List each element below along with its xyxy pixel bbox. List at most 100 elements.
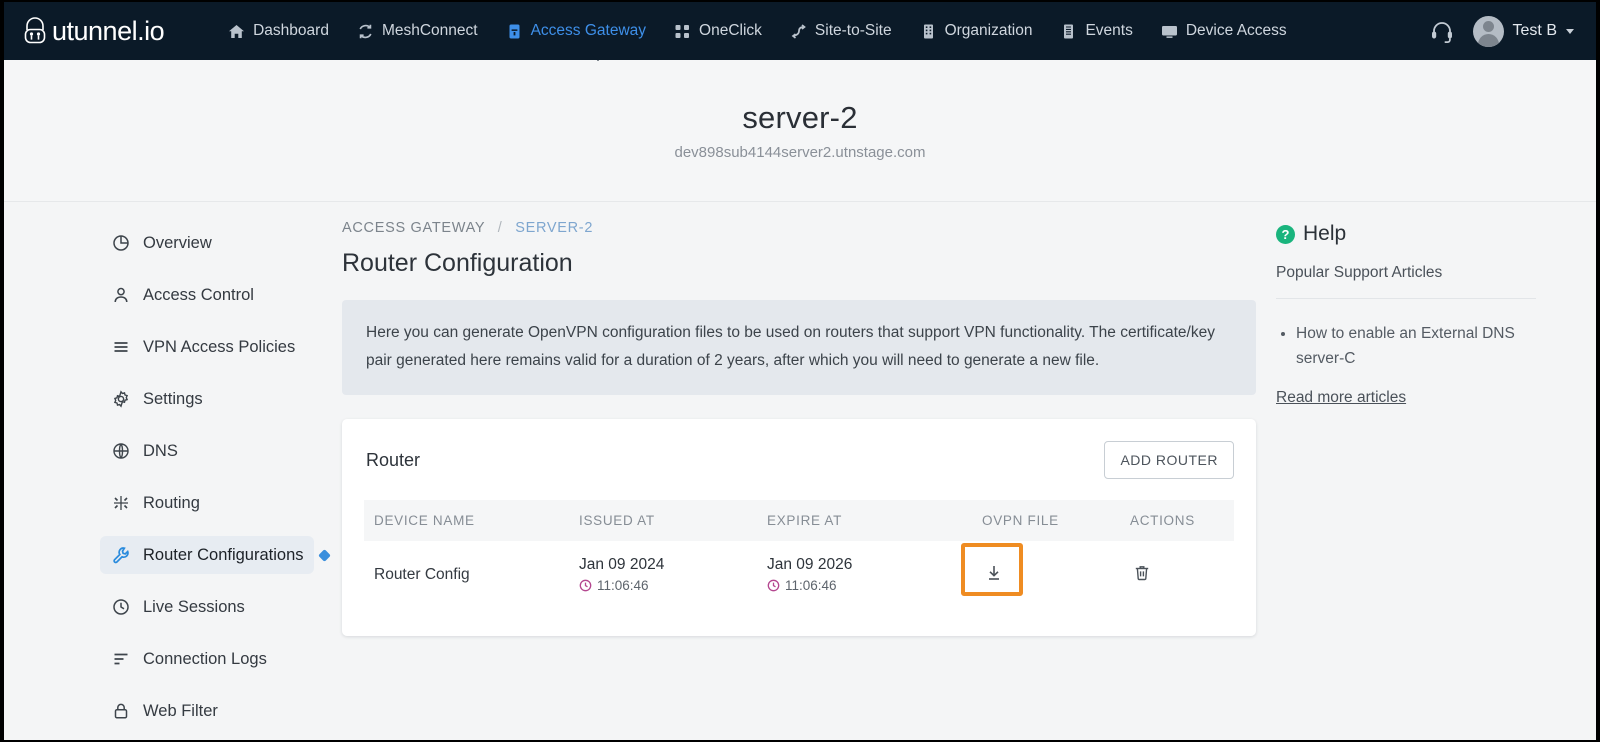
nav-item-dashboard[interactable]: Dashboard: [216, 14, 341, 48]
site-to-site-icon: [790, 23, 807, 40]
routers-table: DEVICE NAME ISSUED AT EXPIRE AT OVPN FIL…: [364, 500, 1234, 608]
nav-item-organization[interactable]: Organization: [908, 14, 1045, 48]
sidebar-item-web-filter[interactable]: Web Filter: [100, 692, 314, 730]
gear-icon: [112, 390, 130, 408]
user-name: Test B: [1512, 22, 1557, 39]
page-header: server-2 dev898sub4144server2.utnstage.c…: [4, 60, 1596, 202]
col-expire-at: EXPIRE AT: [767, 513, 843, 529]
nav-item-oneclick[interactable]: OneClick: [662, 14, 774, 48]
cell-ovpn-file: [961, 541, 1120, 608]
breadcrumb-root[interactable]: ACCESS GATEWAY: [342, 220, 485, 236]
mesh-icon: [357, 23, 374, 40]
download-icon: [984, 563, 1004, 586]
nav-label: Device Access: [1185, 22, 1287, 39]
main-content: ACCESS GATEWAY / SERVER-2 Router Configu…: [334, 202, 1264, 740]
nav-label: Access Gateway: [530, 22, 647, 39]
help-title-text: Help: [1303, 222, 1347, 245]
cell-device-name: Router Config: [374, 565, 470, 583]
nav-label: Organization: [944, 22, 1033, 39]
sidebar-item-access-control[interactable]: Access Control: [100, 276, 314, 314]
add-router-button[interactable]: ADD ROUTER: [1104, 441, 1234, 480]
nav-label: Dashboard: [253, 22, 329, 39]
sidebar-item-connection-logs[interactable]: Connection Logs: [100, 640, 314, 678]
nav-label: OneClick: [699, 22, 762, 39]
sidebar-label: Overview: [143, 233, 212, 252]
lock-icon: [112, 702, 130, 720]
sidebar-label: Routing: [143, 493, 200, 512]
nav-item-access-gateway[interactable]: Access Gateway: [494, 14, 658, 48]
sidebar-item-dns[interactable]: DNS: [100, 432, 314, 470]
nav-items: Dashboard MeshConnect Access Gateway One…: [216, 14, 1428, 48]
sidebar-label: Settings: [143, 389, 203, 408]
user-icon: [112, 286, 130, 304]
help-title: ? Help: [1276, 222, 1536, 246]
user-menu[interactable]: Test B: [1472, 15, 1574, 47]
read-more-articles-link[interactable]: Read more articles: [1276, 389, 1406, 407]
breadcrumb: ACCESS GATEWAY / SERVER-2: [342, 220, 1256, 236]
breadcrumb-separator: /: [497, 220, 503, 236]
issued-time: 11:06:46: [597, 578, 649, 594]
monitor-icon: [1161, 23, 1178, 40]
page-title: server-2: [742, 100, 858, 135]
nav-item-device-access[interactable]: Device Access: [1149, 14, 1299, 48]
events-icon: [1060, 23, 1077, 40]
download-wrapper: [961, 543, 1023, 597]
nav-item-meshconnect[interactable]: MeshConnect: [345, 14, 490, 48]
pie-chart-icon: [112, 234, 130, 252]
sidebar-label: Web Filter: [143, 701, 218, 720]
delete-router-button[interactable]: [1130, 561, 1154, 588]
clock-icon: [112, 598, 130, 616]
card-title: Router: [366, 449, 421, 470]
brand-name: utunnel.io: [52, 15, 165, 46]
nav-item-events[interactable]: Events: [1048, 14, 1144, 48]
list-icon: [112, 338, 130, 356]
logs-icon: [112, 650, 130, 668]
table-header-row: DEVICE NAME ISSUED AT EXPIRE AT OVPN FIL…: [364, 500, 1234, 542]
sidebar-item-overview[interactable]: Overview: [100, 224, 314, 262]
col-actions: ACTIONS: [1130, 513, 1195, 529]
sidebar-item-settings[interactable]: Settings: [100, 380, 314, 418]
col-device-name: DEVICE NAME: [374, 513, 475, 529]
sidebar: Overview Access Control VPN Access Polic…: [4, 202, 334, 740]
card-header: Router ADD ROUTER: [364, 441, 1234, 480]
table-body: Router Config Jan 09 2024 11:06:46 Jan 0…: [364, 541, 1234, 608]
issued-time-wrap: 11:06:46: [579, 578, 747, 593]
question-circle-icon: ?: [1276, 224, 1295, 244]
info-notice: Here you can generate OpenVPN configurat…: [342, 300, 1256, 396]
sidebar-item-routing[interactable]: Routing: [100, 484, 314, 522]
globe-icon: [112, 442, 130, 460]
brand-logo[interactable]: utunnel.io: [22, 15, 165, 47]
clock-icon: [767, 579, 780, 592]
chevron-down-icon: [1566, 28, 1574, 34]
expire-date: Jan 09 2026: [767, 556, 853, 574]
expire-time: 11:06:46: [785, 578, 837, 594]
wrench-icon: [112, 546, 130, 564]
list-item[interactable]: How to enable an External DNS server-C: [1296, 321, 1536, 371]
clock-icon: [579, 579, 592, 592]
sidebar-label: Router Configurations: [143, 545, 304, 564]
nav-label: Site-to-Site: [814, 22, 892, 39]
sidebar-label: DNS: [143, 441, 178, 460]
cell-expire-at: Jan 09 2026 11:06:46: [757, 541, 972, 608]
help-article-list: How to enable an External DNS server-C: [1296, 321, 1536, 371]
gateway-icon: [506, 23, 523, 40]
sidebar-label: Connection Logs: [143, 649, 267, 668]
col-ovpn-file: OVPN FILE: [982, 513, 1059, 529]
cell-issued-at: Jan 09 2024 11:06:46: [569, 541, 757, 608]
routing-icon: [112, 494, 130, 512]
sidebar-label: VPN Access Policies: [143, 337, 296, 356]
download-ovpn-button[interactable]: [982, 561, 1006, 588]
active-nav-indicator: [587, 50, 609, 61]
nav-item-site-to-site[interactable]: Site-to-Site: [778, 14, 904, 48]
lock-shield-icon: [22, 17, 48, 45]
headset-icon[interactable]: [1429, 18, 1455, 44]
sidebar-item-router-configurations[interactable]: Router Configurations: [100, 536, 331, 574]
app-window: utunnel.io Dashboard MeshConnect Access …: [4, 2, 1596, 740]
col-issued-at: ISSUED AT: [579, 513, 655, 529]
breadcrumb-current[interactable]: SERVER-2: [515, 220, 593, 236]
issued-date: Jan 09 2024: [579, 556, 665, 574]
nav-label: MeshConnect: [381, 22, 478, 39]
sidebar-item-vpn-access-policies[interactable]: VPN Access Policies: [100, 328, 314, 366]
router-card: Router ADD ROUTER DEVICE NAME ISSUED AT …: [342, 419, 1256, 637]
sidebar-item-live-sessions[interactable]: Live Sessions: [100, 588, 314, 626]
